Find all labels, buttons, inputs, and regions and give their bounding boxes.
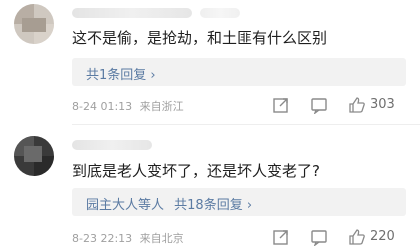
like-count: 303 [370, 97, 395, 112]
share-icon[interactable] [272, 96, 290, 114]
avatar[interactable] [14, 136, 54, 176]
chevron-right-icon: › [246, 198, 253, 213]
avatar[interactable] [14, 4, 54, 44]
share-icon[interactable] [272, 228, 290, 246]
username-blurred[interactable] [72, 140, 152, 150]
chevron-right-icon: › [150, 68, 156, 83]
reply-summary[interactable]: 园主大人等人 共18条回复 › [72, 188, 406, 216]
comment-item: 到底是老人变坏了，还是坏人变老了? 园主大人等人 共18条回复 › 8-23 2… [0, 128, 420, 248]
comment-location: 来自浙江 [139, 100, 184, 113]
username-blurred-secondary [200, 8, 240, 18]
comment-icon[interactable] [310, 228, 328, 246]
comment-meta: 8-23 22:13 来自北京 [72, 230, 188, 246]
comment-date: 8-24 01:13 [72, 100, 133, 113]
divider [72, 124, 420, 125]
reply-summary[interactable]: 共1条回复 › [72, 58, 406, 86]
comment-icon[interactable] [310, 96, 328, 114]
comment-actions: 303 [272, 96, 412, 114]
comment-meta: 8-24 01:13 来自浙江 [72, 98, 188, 114]
comment-actions: 220 [272, 228, 412, 246]
comment-text: 到底是老人变坏了，还是坏人变老了? [72, 162, 320, 180]
like-icon[interactable] [348, 96, 366, 114]
comment-location: 来自北京 [139, 232, 184, 245]
reply-count-link[interactable]: 共18条回复 [174, 198, 243, 213]
username-blurred[interactable] [72, 8, 192, 18]
comment-item: 这不是偷，是抢劫，和土匪有什么区别 共1条回复 › 8-24 01:13 来自浙… [0, 0, 420, 120]
comment-text: 这不是偷，是抢劫，和土匪有什么区别 [72, 29, 328, 47]
reply-participants[interactable]: 园主大人等人 [86, 198, 164, 213]
reply-count-link[interactable]: 共1条回复 [86, 68, 146, 83]
comment-date: 8-23 22:13 [72, 232, 133, 245]
like-count: 220 [370, 229, 395, 244]
like-icon[interactable] [348, 228, 366, 246]
